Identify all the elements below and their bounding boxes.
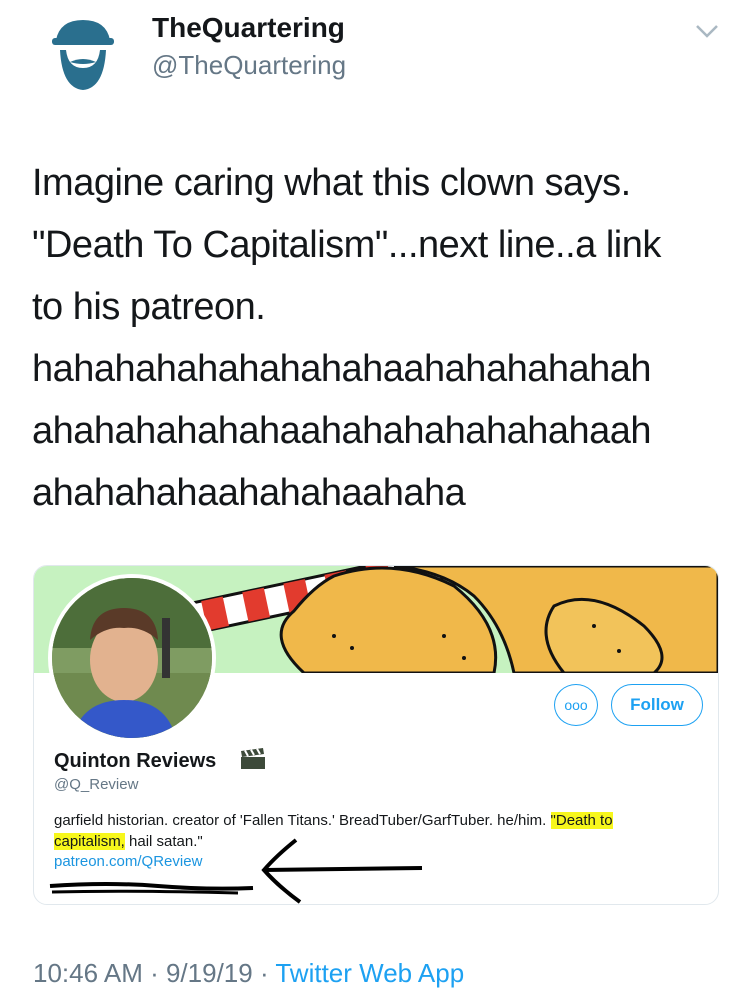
profile-avatar[interactable]	[48, 574, 216, 742]
clapperboard-icon	[241, 748, 265, 769]
tweet-line: "Death To Capitalism"...next line..a lin…	[32, 224, 661, 266]
tweet-line: ahahahahaahahahaahaha	[32, 472, 466, 514]
bio-highlight: capitalism,	[54, 833, 125, 850]
separator: ·	[142, 958, 166, 988]
follow-button[interactable]: Follow	[611, 684, 703, 726]
bearded-man-logo-icon[interactable]	[38, 10, 128, 100]
author-handle[interactable]: @TheQuartering	[152, 50, 346, 81]
tweet-source-link[interactable]: Twitter Web App	[275, 958, 464, 988]
date[interactable]: 9/19/19	[166, 958, 253, 988]
embedded-profile-name: Quinton Reviews	[54, 750, 217, 772]
tweet-line: to his patreon.	[32, 286, 266, 328]
bio-highlight: "Death to	[550, 812, 613, 829]
embedded-profile-image[interactable]: ooo Follow Quinton Reviews @Q_Review gar…	[33, 565, 719, 905]
time[interactable]: 10:46 AM	[33, 958, 143, 988]
tweet-timestamp: 10:46 AM · 9/19/19 · Twitter Web App	[33, 958, 464, 989]
tweet-line: Imagine caring what this clown says.	[32, 162, 631, 204]
embedded-profile-handle: @Q_Review	[54, 776, 139, 793]
bio-text: hail satan."	[124, 833, 203, 850]
handdrawn-arrow-icon	[261, 838, 423, 904]
tweet-line: hahahahahahahahahaahahahahahah	[32, 348, 652, 390]
more-options-button[interactable]: ooo	[554, 684, 598, 726]
chevron-down-icon[interactable]	[693, 20, 721, 42]
profile-link[interactable]: patreon.com/QReview	[54, 853, 202, 870]
separator: ·	[252, 958, 276, 988]
handdrawn-underline	[49, 882, 254, 895]
tweet-line: ahahahahahahaahahahahahahahaah	[32, 410, 652, 452]
author-display-name[interactable]: TheQuartering	[152, 12, 345, 44]
tweet-text: Imagine caring what this clown says. "De…	[32, 152, 732, 524]
bio-text: garfield historian. creator of 'Fallen T…	[54, 812, 551, 829]
